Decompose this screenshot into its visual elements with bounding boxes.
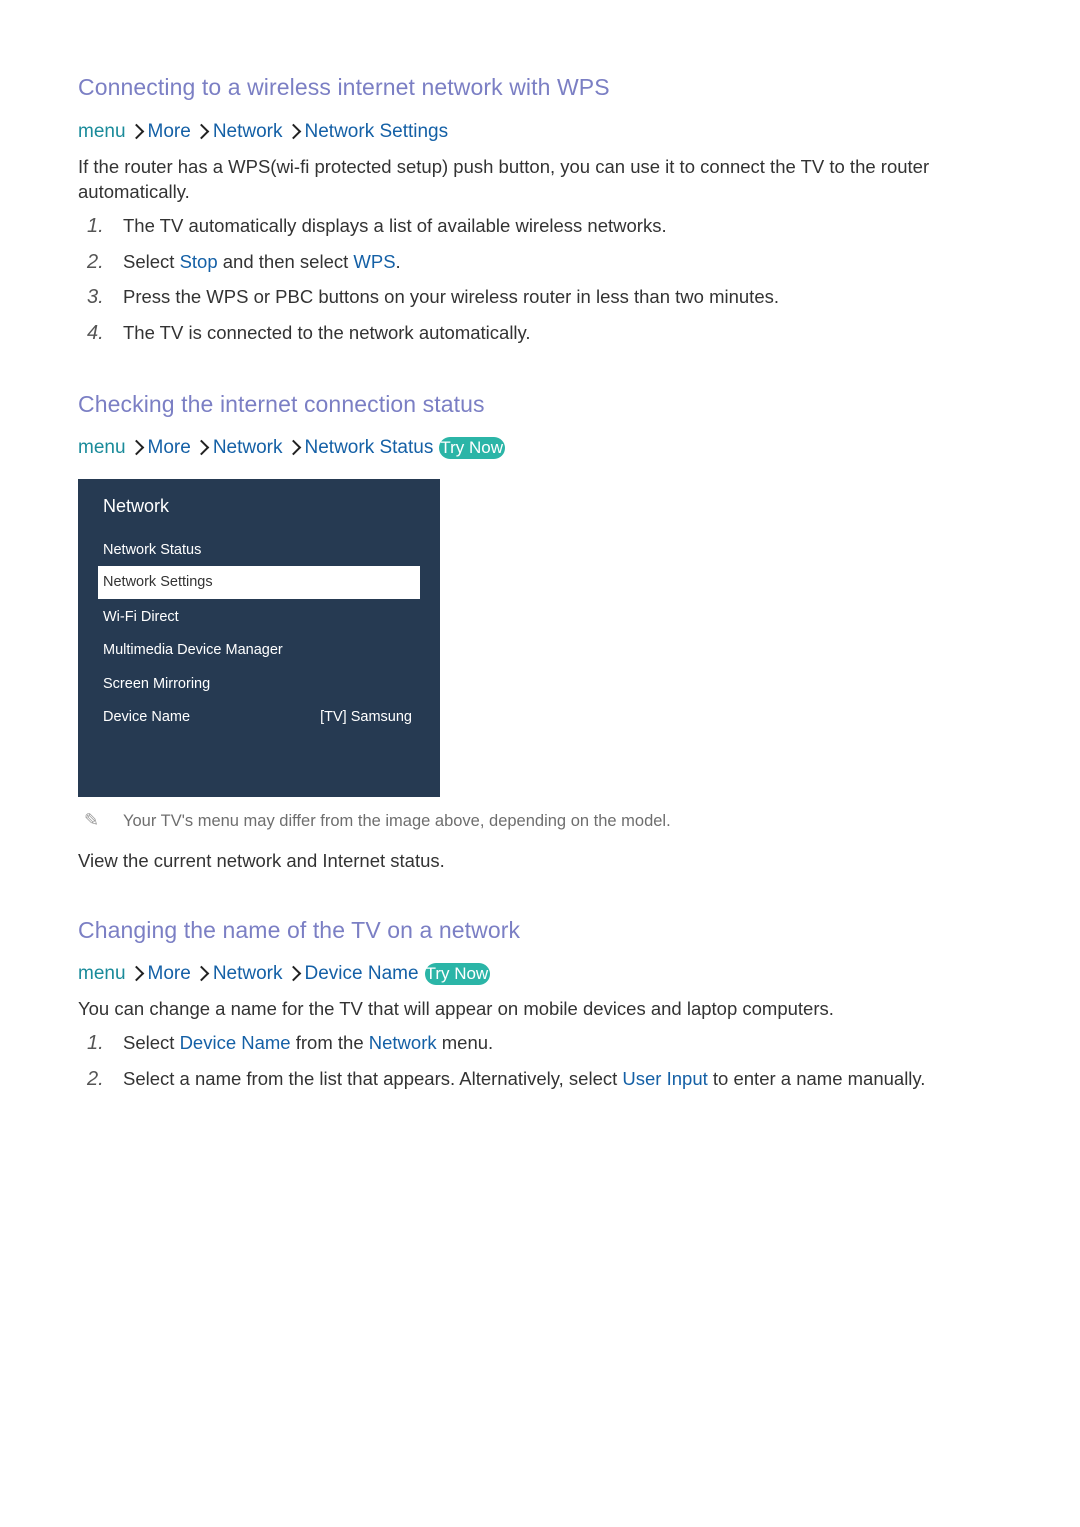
step-number: 4. (87, 321, 104, 344)
try-now-button[interactable]: Try Now (424, 963, 491, 985)
tv-menu-item: Screen Mirroring (98, 668, 420, 701)
note: ✎ Your TV's menu may differ from the imag… (78, 810, 671, 831)
step-number: 2. (87, 1068, 104, 1090)
step-text: to enter a name manually. (707, 1068, 926, 1089)
step-item: 1. The TV automatically displays a list o… (78, 215, 667, 238)
menu-path-item: Network (212, 963, 283, 984)
tv-network-menu-screenshot: Network Network Status Network Settings Wi… (78, 479, 440, 797)
step-text: Select (123, 1032, 180, 1053)
chevron-right-icon (126, 964, 148, 984)
step-text: Press the WPS or PBC buttons on your wir… (123, 286, 780, 307)
step-text: menu. (436, 1032, 494, 1053)
status-description: View the current network and Internet st… (78, 850, 445, 871)
menu-path-item: More (147, 963, 191, 984)
tv-menu-item: Wi-Fi Direct (98, 601, 420, 634)
step-text: The TV is connected to the network autom… (123, 321, 531, 343)
menu-path-item: Network (212, 121, 283, 142)
note-text: Your TV's menu may differ from the image… (123, 812, 671, 830)
step-item: 2. Select Stop and then select WPS. (78, 251, 401, 274)
step-item: 4. The TV is connected to the network aut… (78, 322, 531, 345)
device-name-intro: You can change a name for the TV that wi… (78, 998, 834, 1019)
step-number: 1. (87, 1032, 104, 1054)
menu-path-root: menu (78, 121, 126, 142)
tv-menu-item-value: [TV] Samsung (320, 709, 412, 725)
menu-path-item: Network Settings (304, 121, 449, 142)
chevron-right-icon (191, 122, 213, 142)
step-text: . (395, 250, 401, 272)
tv-menu-item-label: Screen Mirroring (103, 676, 211, 692)
chevron-right-icon (126, 438, 148, 458)
menu-path-item: More (147, 121, 191, 142)
keyword: Device Name (179, 1032, 291, 1053)
step-number: 1. (87, 215, 104, 237)
chevron-right-icon (126, 122, 148, 142)
tv-menu-item: Network Settings (98, 566, 420, 599)
chevron-right-icon (191, 964, 213, 984)
chevron-right-icon (283, 964, 305, 984)
tv-menu-item: Network Status (98, 534, 420, 567)
step-item: 3. Press the WPS or PBC buttons on your w… (78, 286, 779, 309)
step-text: Select a name from the list that appears… (123, 1068, 623, 1089)
wps-intro: If the router has a WPS(wi-fi protected … (78, 156, 930, 202)
tv-menu-item-label: Network Status (103, 542, 202, 558)
chevron-right-icon (191, 438, 213, 458)
tv-menu-item-label: Wi-Fi Direct (103, 609, 179, 625)
tv-menu-item: Device Name [TV] Samsung (98, 701, 420, 734)
menu-path-status: menu More Network Network Status Try Now (78, 437, 505, 459)
chevron-right-icon (283, 438, 305, 458)
tv-menu-item-label: Device Name (103, 709, 191, 725)
chevron-right-icon (283, 122, 305, 142)
pencil-icon: ✎ (84, 810, 100, 830)
menu-path-root: menu (78, 437, 126, 458)
menu-path-root: menu (78, 963, 126, 984)
tv-menu-title: Network (103, 496, 170, 516)
section-heading-status: Checking the internet connection status (78, 391, 485, 417)
step-number: 3. (87, 286, 104, 308)
tv-menu-item-label: Network Settings (103, 574, 213, 590)
menu-path-item: Network (212, 437, 283, 458)
step-item: 2. Select a name from the list that appea… (78, 1068, 925, 1091)
menu-path-device-name: menu More Network Device Name Try Now (78, 963, 491, 985)
menu-path-item: Network Status (304, 437, 434, 458)
section-heading-device-name: Changing the name of the TV on a network (78, 917, 521, 943)
menu-path-wps: menu More Network Network Settings (78, 121, 448, 143)
keyword: User Input (622, 1068, 708, 1089)
try-now-button[interactable]: Try Now (439, 437, 505, 459)
keyword: Network (368, 1032, 437, 1053)
tv-menu-item: Multimedia Device Manager (98, 634, 420, 667)
step-text: Select (123, 250, 180, 272)
keyword: Stop (179, 250, 218, 272)
step-text: and then select (217, 250, 354, 272)
section-heading-wps: Connecting to a wireless internet networ… (78, 74, 610, 100)
step-text: The TV automatically displays a list of … (123, 215, 667, 236)
menu-path-item: Device Name (304, 963, 419, 984)
step-item: 1. Select Device Name from the Network me… (78, 1032, 493, 1055)
step-text: from the (290, 1032, 369, 1053)
keyword: WPS (353, 250, 396, 272)
tv-menu-item-label: Multimedia Device Manager (103, 642, 283, 658)
step-number: 2. (87, 250, 104, 273)
menu-path-item: More (147, 437, 191, 458)
